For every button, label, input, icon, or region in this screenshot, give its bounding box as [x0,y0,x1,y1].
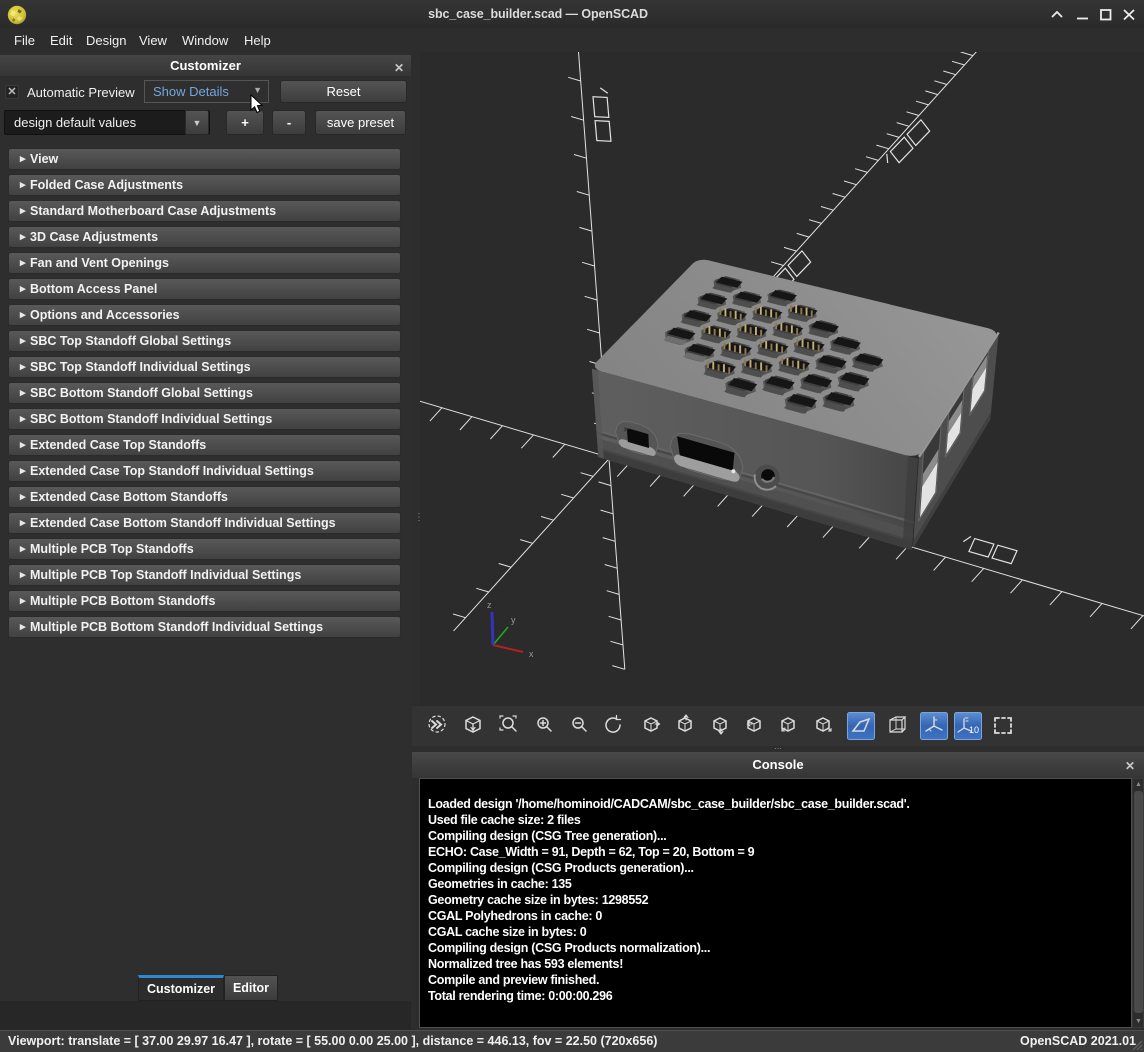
svg-text:x: x [529,649,534,659]
svg-text:10: 10 [969,725,979,735]
svg-text:z: z [487,600,492,610]
svg-text:y: y [511,615,516,625]
